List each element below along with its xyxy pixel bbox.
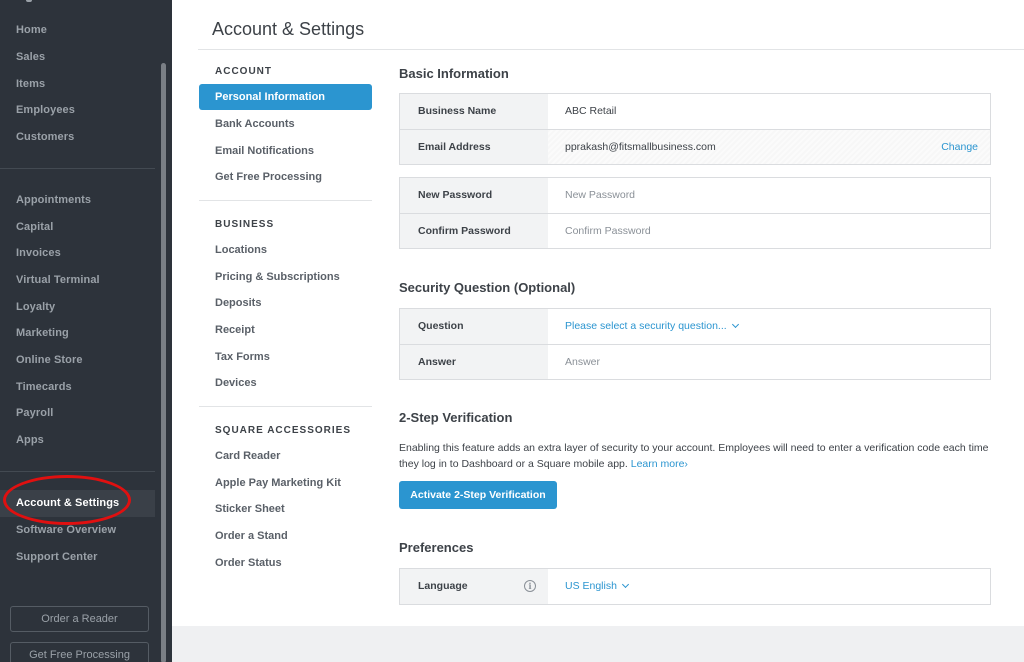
title-divider: [198, 49, 1024, 50]
preferences-table: Language i US English: [399, 568, 991, 605]
confirm-password-row: Confirm Password: [400, 213, 990, 248]
email-label: Email Address: [400, 130, 548, 164]
subnav-item-tax-forms[interactable]: Tax Forms: [215, 351, 270, 363]
email-value-cell: pprakash@fitsmallbusiness.com Change: [548, 130, 990, 164]
activate-two-step-button[interactable]: Activate 2-Step Verification: [399, 481, 557, 509]
subnav-item-locations[interactable]: Locations: [215, 244, 267, 256]
sidebar-item-appointments[interactable]: Appointments: [16, 194, 91, 206]
subnav-item-card-reader[interactable]: Card Reader: [215, 450, 280, 462]
subnav-item-personal-information[interactable]: Personal Information: [215, 91, 325, 103]
page-title: Account & Settings: [212, 19, 365, 39]
sidebar-item-sales[interactable]: Sales: [16, 51, 45, 63]
business-name-label: Business Name: [400, 94, 548, 129]
answer-cell: [548, 345, 990, 379]
learn-more-link[interactable]: Learn more›: [631, 458, 688, 470]
language-row: Language i US English: [400, 569, 990, 604]
get-free-processing-button[interactable]: Get Free Processing: [10, 642, 149, 662]
sidebar-item-payroll[interactable]: Payroll: [16, 407, 53, 419]
info-icon[interactable]: i: [524, 580, 536, 592]
sidebar-item-items[interactable]: Items: [16, 78, 45, 90]
subnav-item-pricing-subscriptions[interactable]: Pricing & Subscriptions: [215, 271, 340, 283]
chevron-down-icon: [731, 320, 739, 329]
two-step-description-text: Enabling this feature adds an extra laye…: [399, 442, 989, 470]
two-step-title: 2-Step Verification: [399, 410, 513, 425]
sidebar-top-fragment: [26, 0, 32, 2]
sidebar-divider: [0, 168, 155, 169]
subnav-item-receipt[interactable]: Receipt: [215, 324, 255, 336]
sidebar-item-apps[interactable]: Apps: [16, 434, 44, 446]
two-step-description: Enabling this feature adds an extra laye…: [399, 440, 999, 472]
email-row: Email Address pprakash@fitsmallbusiness.…: [400, 129, 990, 164]
subnav-item-get-free-processing[interactable]: Get Free Processing: [215, 171, 322, 183]
new-password-label: New Password: [400, 178, 548, 213]
sidebar-item-support-center[interactable]: Support Center: [16, 551, 97, 563]
sidebar-item-software-overview[interactable]: Software Overview: [16, 524, 116, 536]
new-password-cell: [548, 178, 990, 213]
subnav-item-deposits[interactable]: Deposits: [215, 297, 261, 309]
business-name-row: Business Name ABC Retail: [400, 94, 990, 129]
language-select-value[interactable]: US English: [565, 580, 617, 592]
subnav-heading-square-accessories: SQUARE ACCESSORIES: [215, 425, 351, 436]
sidebar-item-customers[interactable]: Customers: [16, 131, 74, 143]
subnav-item-order-a-stand[interactable]: Order a Stand: [215, 530, 288, 542]
new-password-input[interactable]: [565, 178, 990, 212]
subnav-heading-account: ACCOUNT: [215, 66, 272, 77]
order-reader-button[interactable]: Order a Reader: [10, 606, 149, 632]
security-table: Question Please select a security questi…: [399, 308, 991, 380]
security-question-title: Security Question (Optional): [399, 280, 576, 295]
confirm-password-label: Confirm Password: [400, 214, 548, 248]
subnav-heading-business: BUSINESS: [215, 219, 275, 230]
sidebar-item-online-store[interactable]: Online Store: [16, 354, 83, 366]
confirm-password-input[interactable]: [565, 214, 990, 248]
basic-information-title: Basic Information: [399, 66, 509, 81]
subnav-item-apple-pay-marketing-kit[interactable]: Apple Pay Marketing Kit: [215, 477, 341, 489]
subnav-divider: [199, 406, 372, 407]
main-content: Account & Settings ACCOUNT Personal Info…: [172, 0, 1024, 626]
email-value: pprakash@fitsmallbusiness.com: [565, 141, 716, 153]
sidebar-item-capital[interactable]: Capital: [16, 221, 53, 233]
preferences-title: Preferences: [399, 540, 474, 555]
sidebar-item-invoices[interactable]: Invoices: [16, 247, 61, 259]
question-label: Question: [400, 309, 548, 344]
language-label: Language: [418, 580, 468, 592]
change-email-link[interactable]: Change: [941, 130, 978, 165]
answer-row: Answer: [400, 344, 990, 379]
language-select[interactable]: US English: [548, 569, 990, 604]
answer-label: Answer: [400, 345, 548, 379]
sidebar-item-account-settings[interactable]: Account & Settings: [16, 497, 119, 509]
sidebar-item-home[interactable]: Home: [16, 24, 47, 36]
business-name-value[interactable]: ABC Retail: [548, 94, 990, 129]
new-password-row: New Password: [400, 178, 990, 213]
sidebar-item-virtual-terminal[interactable]: Virtual Terminal: [16, 274, 100, 286]
confirm-password-cell: [548, 214, 990, 248]
question-select-value[interactable]: Please select a security question...: [565, 320, 727, 332]
password-table: New Password Confirm Password: [399, 177, 991, 249]
subnav-item-order-status[interactable]: Order Status: [215, 557, 282, 569]
sidebar-item-marketing[interactable]: Marketing: [16, 327, 69, 339]
language-label-cell: Language i: [400, 569, 548, 604]
chevron-down-icon: [621, 580, 629, 589]
main-sidebar: Home Sales Items Employees Customers App…: [0, 0, 172, 662]
question-row: Question Please select a security questi…: [400, 309, 990, 344]
subnav-item-devices[interactable]: Devices: [215, 377, 257, 389]
sidebar-item-loyalty[interactable]: Loyalty: [16, 301, 55, 313]
sidebar-item-timecards[interactable]: Timecards: [16, 381, 72, 393]
subnav-item-email-notifications[interactable]: Email Notifications: [215, 145, 314, 157]
question-select[interactable]: Please select a security question...: [548, 309, 990, 344]
subnav-divider: [199, 200, 372, 201]
subnav-item-sticker-sheet[interactable]: Sticker Sheet: [215, 503, 285, 515]
sidebar-scrollbar[interactable]: [161, 63, 166, 662]
subnav-item-bank-accounts[interactable]: Bank Accounts: [215, 118, 295, 130]
basic-info-table: Business Name ABC Retail Email Address p…: [399, 93, 991, 165]
answer-input[interactable]: [565, 345, 990, 379]
sidebar-item-employees[interactable]: Employees: [16, 104, 75, 116]
sidebar-divider: [0, 471, 155, 472]
